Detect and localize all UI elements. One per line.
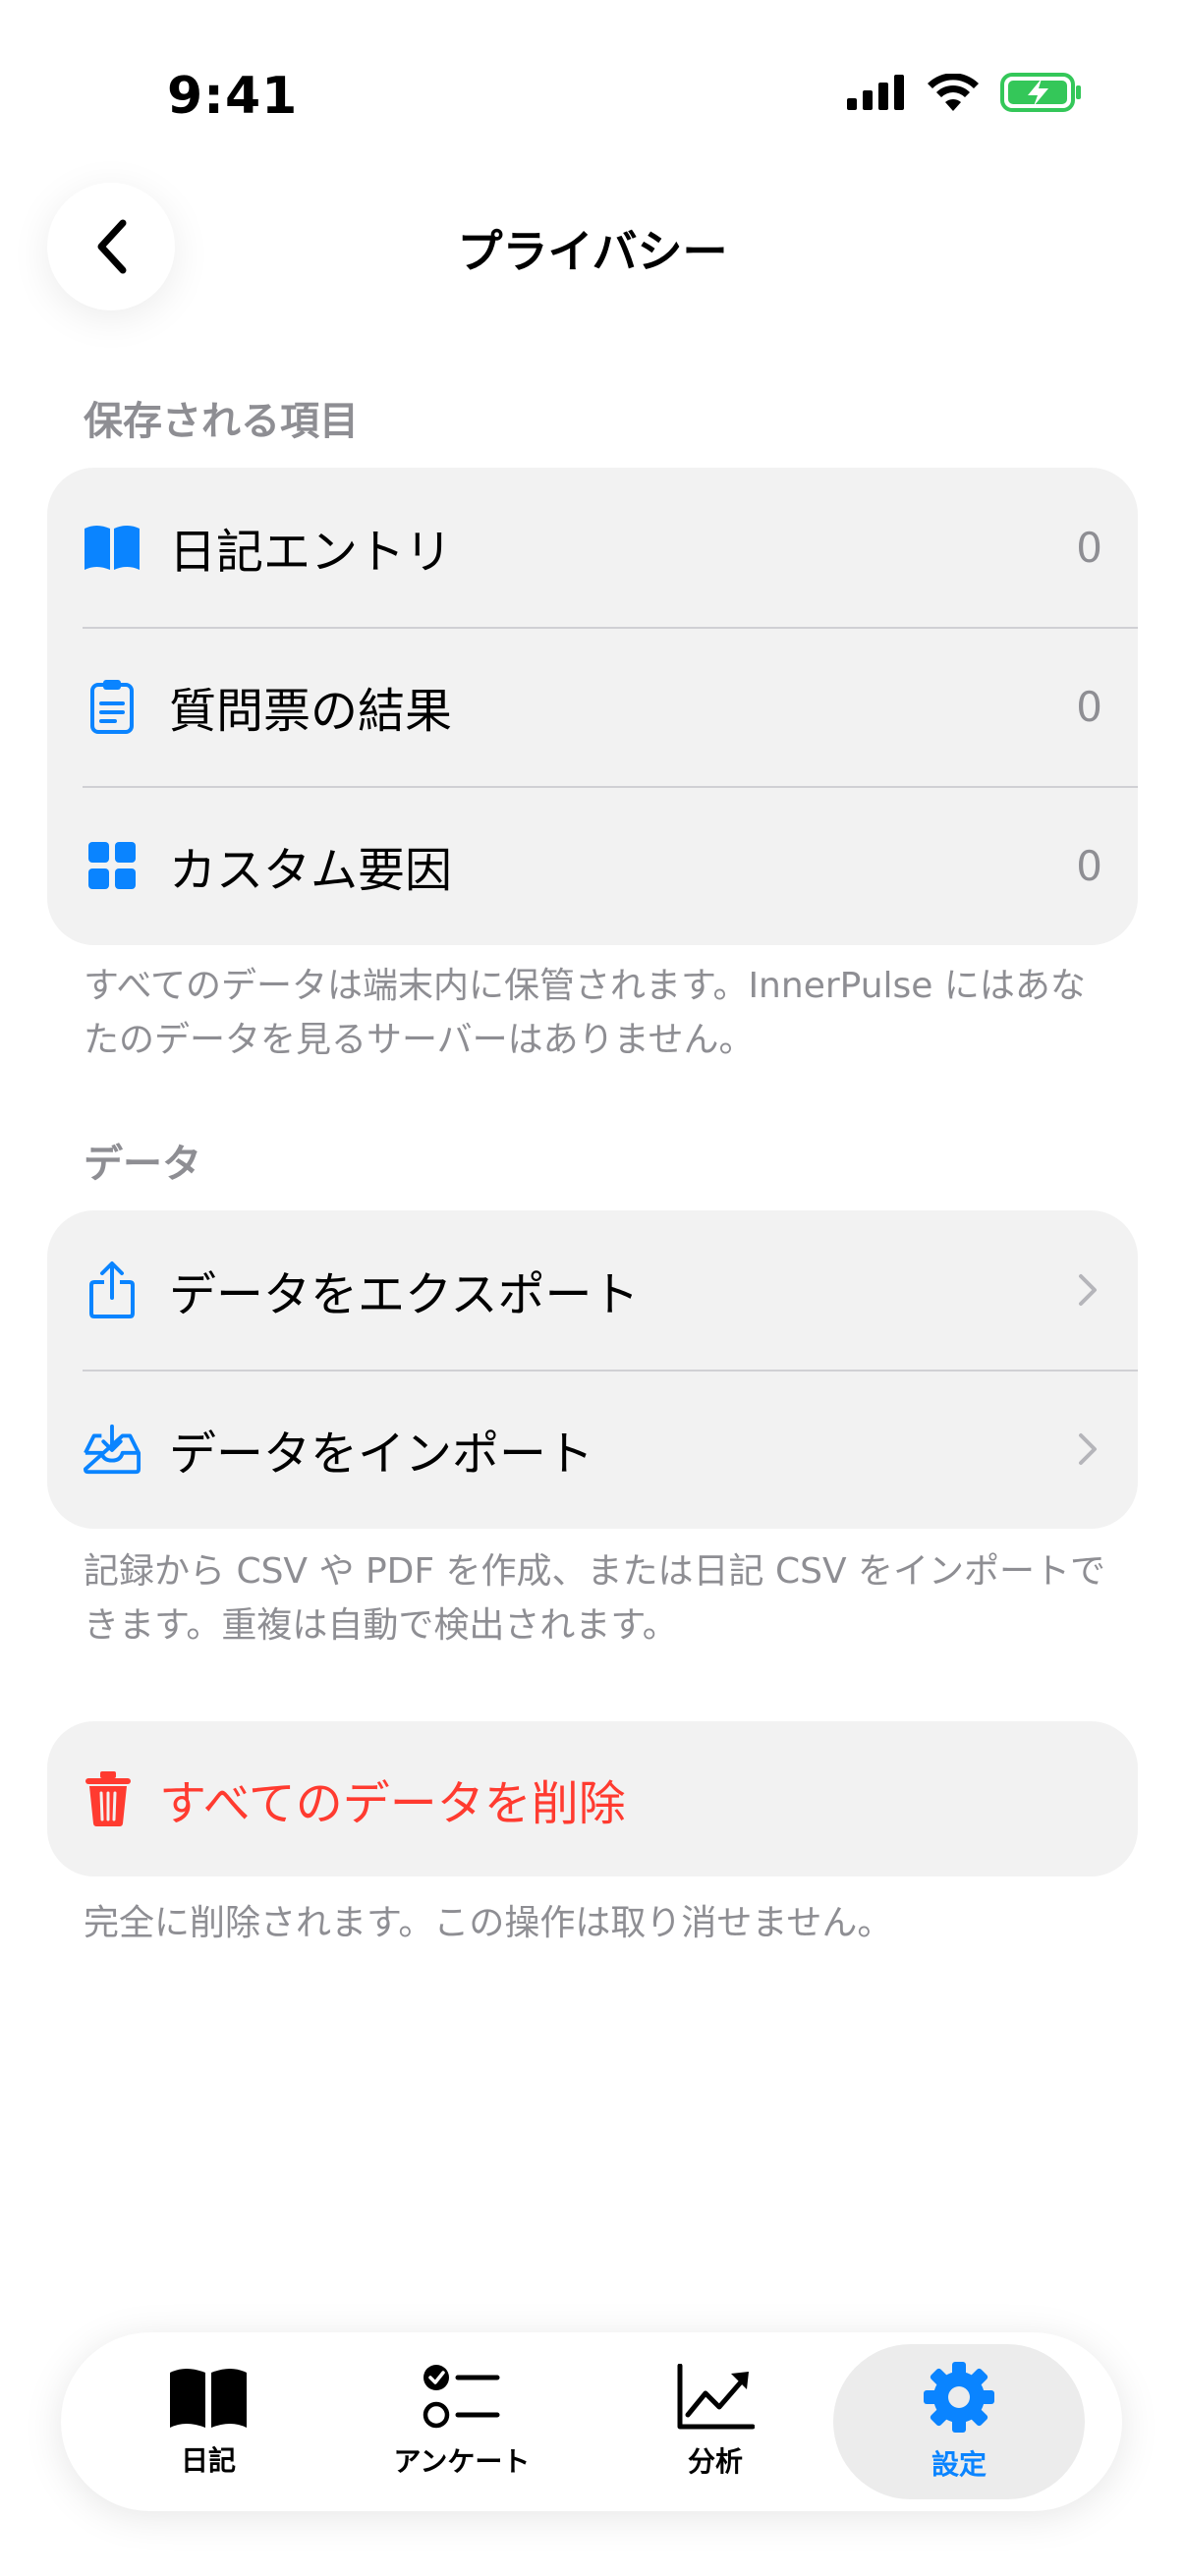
import-data-row[interactable]: データをインポート [47,1370,1138,1529]
export-data-row[interactable]: データをエクスポート [47,1210,1138,1370]
list-item-questionnaire-results: 質問票の結果 0 [47,627,1138,786]
delete-all-data-button[interactable]: すべてのデータを削除 [47,1721,1138,1876]
status-time: 9:41 [167,67,299,126]
delete-all-data-label: すべてのデータを削除 [159,1776,626,1831]
status-bar: 9:41 [0,0,1185,196]
row-label: データをエクスポート [169,1267,640,1322]
row-label: データをインポート [169,1427,594,1482]
book-icon [170,2369,247,2428]
status-icons [847,73,1083,112]
clipboard-icon [83,677,141,736]
row-label: カスタム要因 [169,843,453,898]
row-count: 0 [1076,523,1102,572]
battery-charging-icon [1000,73,1081,112]
share-icon [83,1260,141,1319]
row-label: 日記エントリ [169,525,453,580]
chevron-right-icon [1079,1274,1097,1306]
tray-download-icon [83,1420,141,1479]
delete-footnote: 完全に削除されます。この操作は取り消せません。 [84,1903,893,1943]
tab-bar: 日記 アンケート 分析 設定 [61,2332,1122,2511]
stored-items-card: 日記エントリ 0 質問票の結果 0 カスタム要因 0 [47,468,1138,945]
tab-label: アンケート [393,2445,531,2478]
signal-icon [847,75,904,110]
page-title: プライバシー [457,225,728,278]
data-card: データをエクスポート データをインポート [47,1210,1138,1529]
book-icon [83,518,141,577]
tab-settings[interactable]: 設定 [833,2344,1085,2499]
tab-label: 分析 [687,2445,743,2478]
row-count: 0 [1076,682,1102,731]
row-count: 0 [1076,841,1102,890]
chart-icon [677,2364,755,2430]
grid-icon [83,836,141,895]
list-item-custom-factors: カスタム要因 0 [47,786,1138,945]
tab-analysis[interactable]: 分析 [590,2332,841,2511]
tab-diary[interactable]: 日記 [83,2332,334,2511]
stored-footnote: すべてのデータは端末内に保管されます。InnerPulse にはあなたのデータを… [84,966,1086,1060]
tab-questionnaire[interactable]: アンケート [336,2332,588,2511]
row-label: 質問票の結果 [169,684,453,739]
data-footnote: 記録から CSV や PDF を作成、または日記 CSV をインポートできます。… [84,1551,1106,1646]
trash-icon [85,1771,131,1826]
chevron-right-icon [1079,1433,1097,1465]
gear-icon [924,2362,994,2433]
checklist-icon [423,2365,500,2429]
tab-label: 日記 [180,2444,236,2477]
wifi-icon [928,74,979,111]
section-header-stored: 保存される項目 [84,399,359,444]
tab-label: 設定 [931,2448,987,2481]
list-item-diary-entries: 日記エントリ 0 [47,468,1138,627]
section-header-data: データ [84,1142,201,1187]
